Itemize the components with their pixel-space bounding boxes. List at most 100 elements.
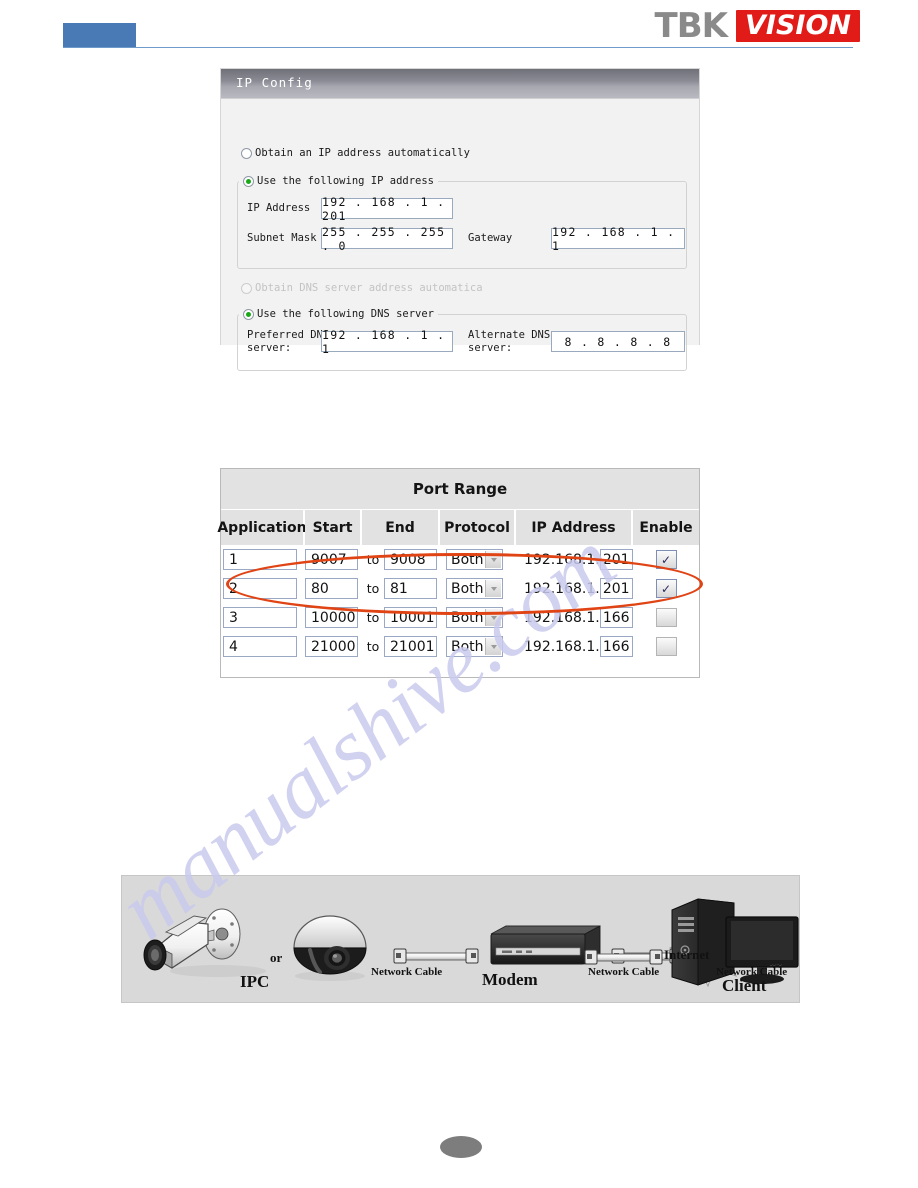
ip-suffix-input[interactable]: 201 xyxy=(599,549,633,570)
cell-end: to 10001 xyxy=(362,603,440,632)
cell-start: 80 xyxy=(305,574,362,603)
cell-start: 21000 xyxy=(305,632,362,661)
label-network-cable-2: Network Cable xyxy=(588,966,660,978)
column-header-end: End xyxy=(362,510,440,545)
chevron-down-icon[interactable] xyxy=(485,638,501,655)
chevron-down-icon[interactable] xyxy=(485,580,501,597)
label-client: Client xyxy=(722,976,767,995)
cell-end: to 9008 xyxy=(362,545,440,574)
cell-protocol: Both xyxy=(440,545,516,574)
radio-obtain-ip-auto[interactable]: Obtain an IP address automatically xyxy=(241,147,470,159)
enable-checkbox-unchecked[interactable] xyxy=(655,637,677,656)
port-range-rows: 1 9007 to 9008 Both 192.168.1. 201 ✓ 2 80 to 81 Both… xyxy=(221,545,699,661)
ip-prefix-label: 192.168.1. xyxy=(524,609,600,626)
start-port-input[interactable]: 80 xyxy=(305,578,358,599)
application-input[interactable]: 4 xyxy=(223,636,297,657)
application-input[interactable]: 3 xyxy=(223,607,297,628)
column-header-protocol: Protocol xyxy=(440,510,516,545)
cell-start: 10000 xyxy=(305,603,362,632)
radio-use-following-dns[interactable]: Use the following DNS server xyxy=(243,308,434,320)
to-label: to xyxy=(366,581,380,596)
ip-config-titlebar: IP Config xyxy=(221,69,699,99)
ip-suffix-input[interactable]: 166 xyxy=(599,636,633,657)
network-cable-1-icon xyxy=(393,948,479,964)
cell-application: 1 xyxy=(221,545,305,574)
protocol-select[interactable]: Both xyxy=(446,636,503,657)
cell-enable: ✓ xyxy=(633,545,699,574)
application-input[interactable]: 2 xyxy=(223,578,297,599)
to-label: to xyxy=(366,552,380,567)
ip-address-label: IP Address xyxy=(247,202,311,214)
cell-ip-address: 192.168.1. 166 xyxy=(516,603,633,632)
protocol-select[interactable]: Both xyxy=(446,607,503,628)
protocol-select-value: Both xyxy=(451,609,484,626)
ip-address-input[interactable]: 192 . 168 . 1 . 201 xyxy=(321,195,453,223)
radio-use-following-ip-label: Use the following IP address xyxy=(257,175,435,187)
ip-config-title: IP Config xyxy=(236,75,313,90)
logo-vision-text: VISION xyxy=(745,10,851,41)
table-row: 1 9007 to 9008 Both 192.168.1. 201 ✓ xyxy=(221,545,699,574)
cell-ip-address: 192.168.1. 201 xyxy=(516,545,633,574)
cell-enable xyxy=(633,603,699,632)
manual-dns-legend-bg: Use the following DNS server xyxy=(239,308,439,321)
start-port-input[interactable]: 10000 xyxy=(305,607,358,628)
to-label: to xyxy=(366,639,380,654)
cell-ip-address: 192.168.1. 166 xyxy=(516,632,633,661)
column-header-application: Application xyxy=(217,510,307,545)
label-network-cable-1: Network Cable xyxy=(371,966,443,978)
application-input[interactable]: 1 xyxy=(223,549,297,570)
port-range-header-row: Application Start End Protocol IP Addres… xyxy=(217,510,699,545)
end-port-input[interactable]: 9008 xyxy=(384,549,437,570)
column-header-start: Start xyxy=(305,510,362,545)
subnet-mask-input[interactable]: 255 . 255 . 255 . 0 xyxy=(321,225,453,253)
logo-tbk-text: TBK xyxy=(654,6,728,46)
radio-obtain-dns-auto-label: Obtain DNS server address automatica xyxy=(255,282,483,294)
protocol-select-value: Both xyxy=(451,638,484,655)
enable-checkbox-checked[interactable]: ✓ xyxy=(655,579,677,598)
radio-circle-icon xyxy=(241,282,252,294)
ip-prefix-label: 192.168.1. xyxy=(524,580,600,597)
radio-circle-icon xyxy=(243,308,254,320)
ip-prefix-label: 192.168.1. xyxy=(524,638,600,655)
alternate-dns-input[interactable]: 8 . 8 . 8 . 8 xyxy=(551,331,685,352)
radio-obtain-dns-auto[interactable]: Obtain DNS server address automatica xyxy=(241,282,483,294)
protocol-select[interactable]: Both xyxy=(446,578,503,599)
network-cable-3-icon xyxy=(584,949,663,965)
end-port-input[interactable]: 10001 xyxy=(384,607,437,628)
chevron-down-icon[interactable] xyxy=(485,609,501,626)
preferred-dns-input[interactable]: 192 . 168 . 1 . 1 xyxy=(321,328,453,356)
preferred-dns-label: Preferred DNS server: xyxy=(247,329,330,355)
start-port-input[interactable]: 21000 xyxy=(305,636,358,657)
radio-use-following-dns-label: Use the following DNS server xyxy=(257,308,435,320)
label-internet: Internet xyxy=(664,947,710,962)
gateway-input[interactable]: 192 . 168 . 1 . 1 xyxy=(551,225,685,253)
dome-camera-icon xyxy=(293,915,367,981)
cell-application: 3 xyxy=(221,603,305,632)
cell-start: 9007 xyxy=(305,545,362,574)
manual-ip-legend-bg: Use the following IP address xyxy=(239,175,439,188)
tbk-vision-logo: TBK VISION xyxy=(655,8,860,44)
enable-checkbox-unchecked[interactable] xyxy=(655,608,677,627)
cell-end: to 21001 xyxy=(362,632,440,661)
protocol-select[interactable]: Both xyxy=(446,549,503,570)
start-port-input[interactable]: 9007 xyxy=(305,549,358,570)
enable-checkbox-checked[interactable]: ✓ xyxy=(655,550,677,569)
protocol-select-value: Both xyxy=(451,580,484,597)
column-header-ip-address: IP Address xyxy=(516,510,633,545)
cell-ip-address: 192.168.1. 201 xyxy=(516,574,633,603)
radio-use-following-ip[interactable]: Use the following IP address xyxy=(243,175,434,187)
cell-enable xyxy=(633,632,699,661)
ip-suffix-input[interactable]: 201 xyxy=(599,578,633,599)
network-topology-diagram: _._..._. IPC or Network Cable Modem Netw… xyxy=(121,875,800,1003)
port-range-title: Port Range xyxy=(221,469,699,510)
header-divider xyxy=(63,47,853,48)
end-port-input[interactable]: 21001 xyxy=(384,636,437,657)
ip-prefix-label: 192.168.1. xyxy=(524,551,600,568)
gateway-label: Gateway xyxy=(468,232,513,244)
subnet-mask-label: Subnet Mask xyxy=(247,232,317,244)
end-port-input[interactable]: 81 xyxy=(384,578,437,599)
ip-suffix-input[interactable]: 166 xyxy=(599,607,633,628)
cell-application: 4 xyxy=(221,632,305,661)
cell-protocol: Both xyxy=(440,603,516,632)
chevron-down-icon[interactable] xyxy=(485,551,501,568)
